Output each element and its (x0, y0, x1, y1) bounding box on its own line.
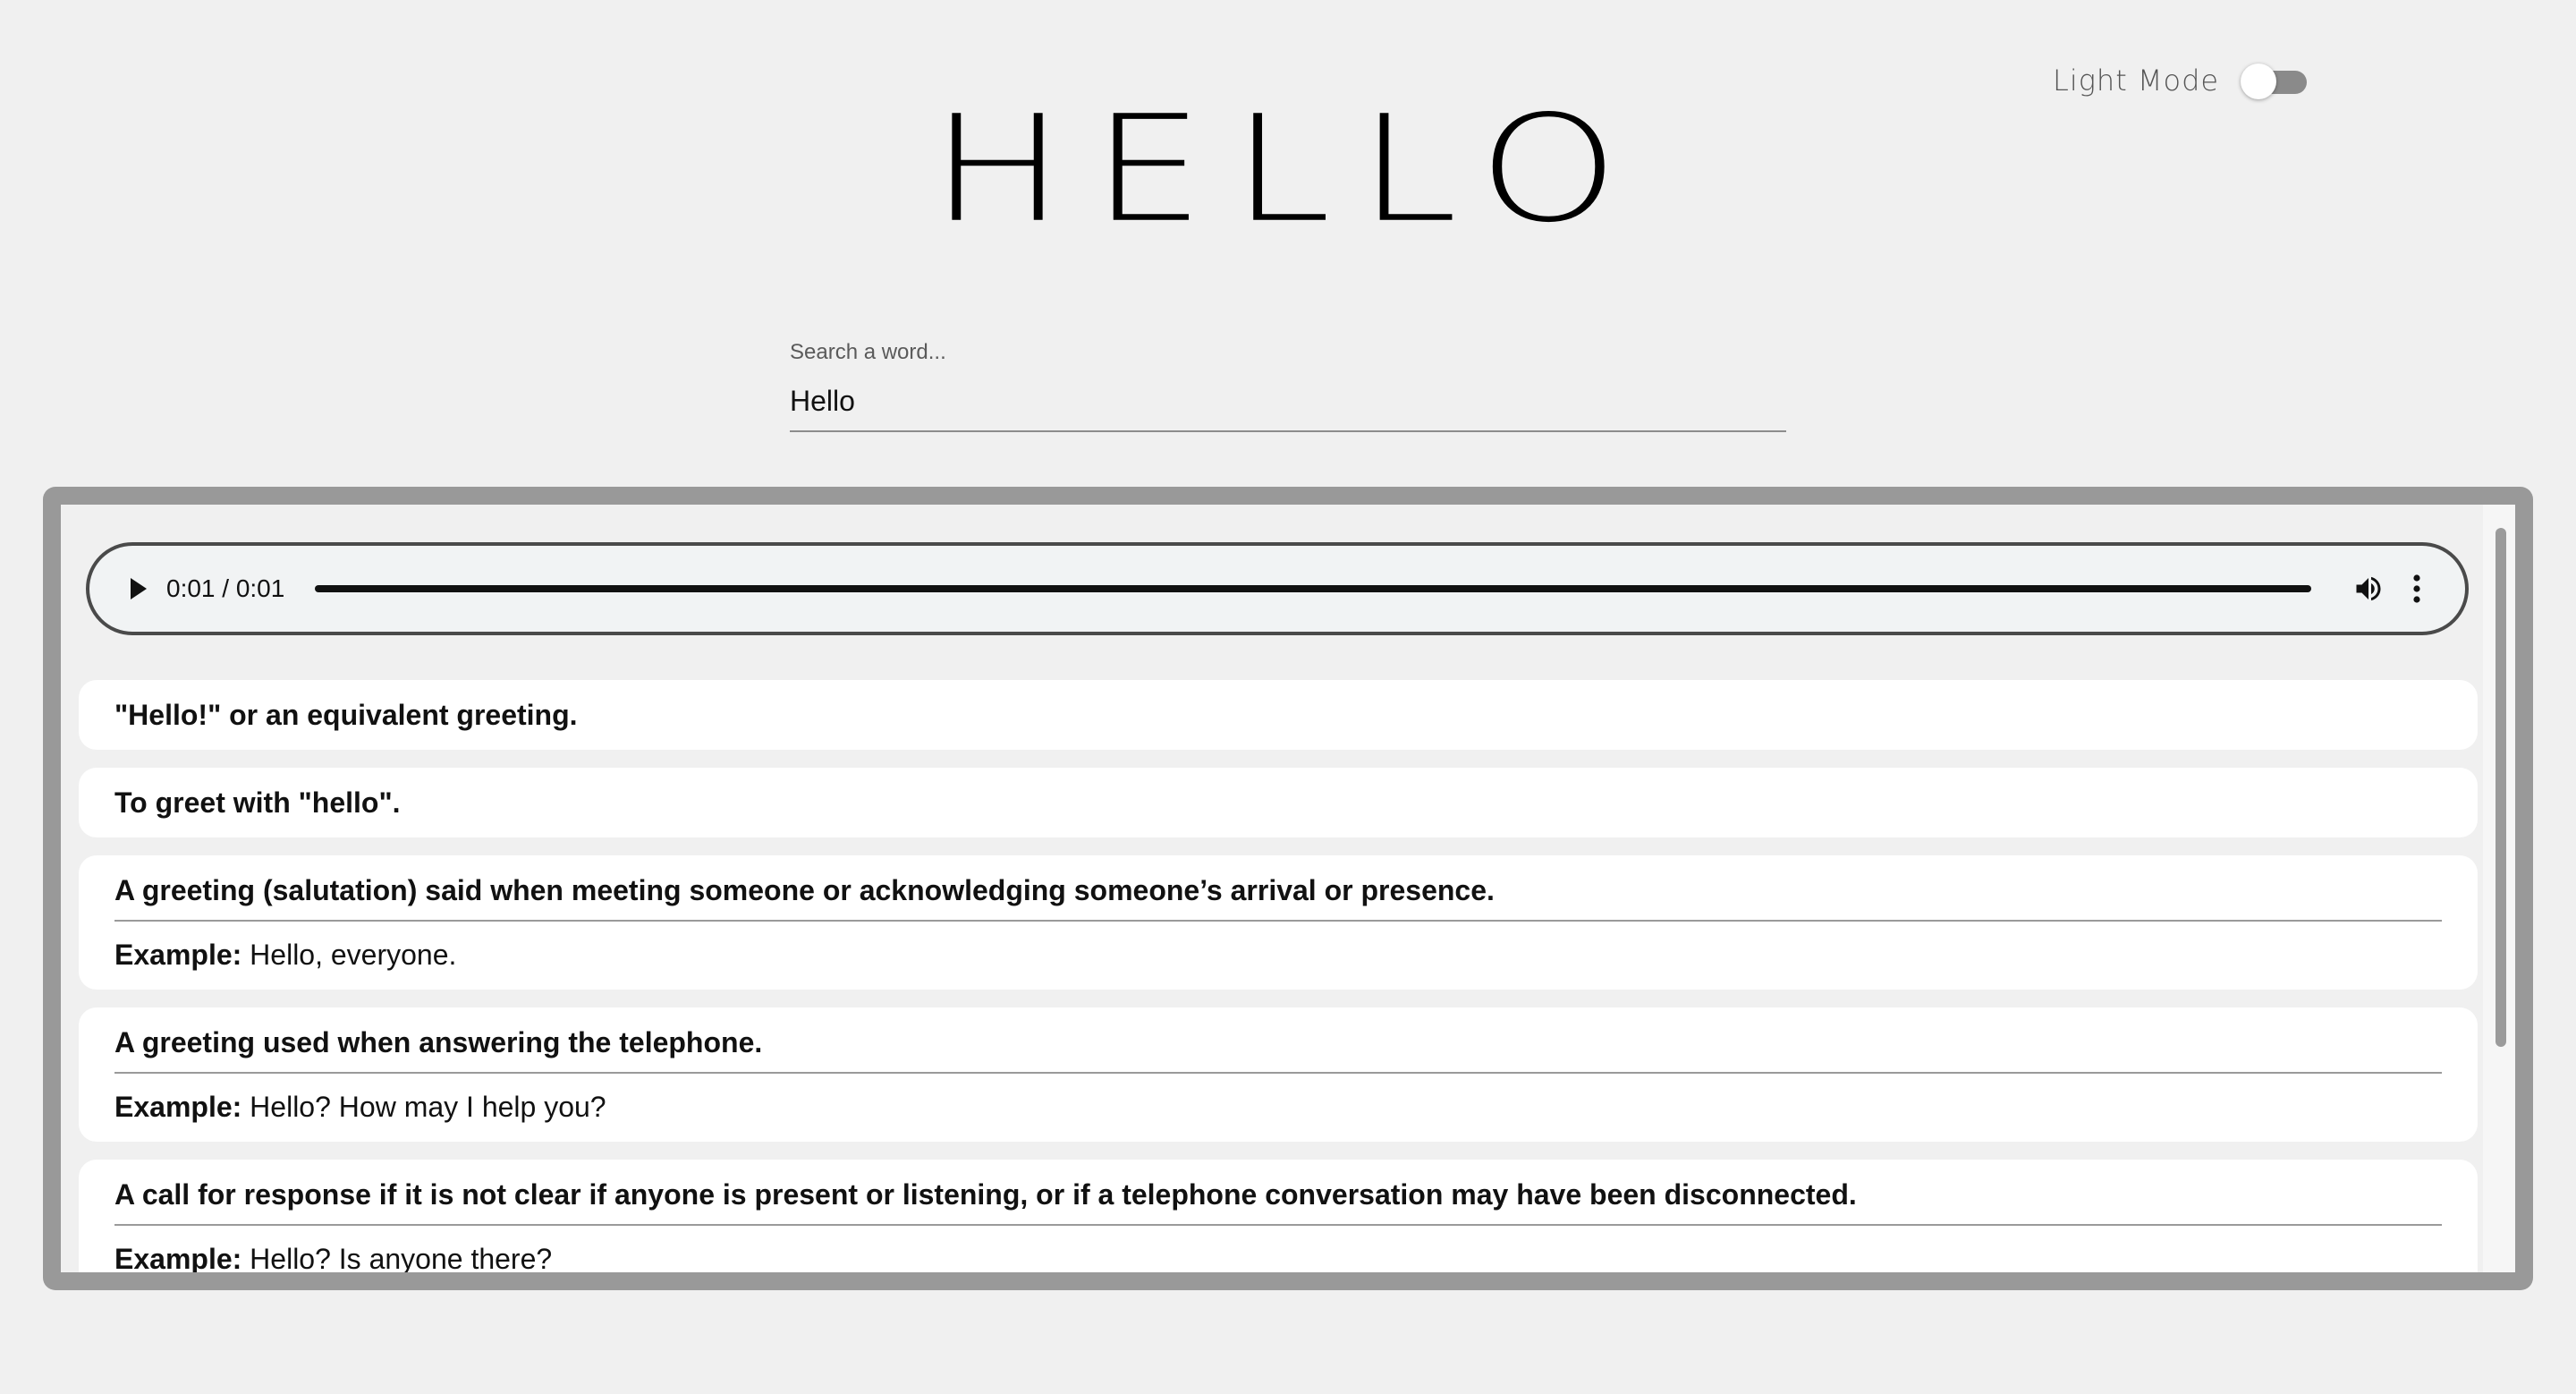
theme-switch[interactable] (2241, 63, 2308, 99)
results-panel: 0:01 / 0:01 "Hello!" or an equivalent gr… (43, 487, 2533, 1290)
definition-divider (114, 1072, 2442, 1074)
page: Light Mode HELLO Search a word... 0:01 /… (0, 0, 2576, 1394)
theme-toggle[interactable]: Light Mode (2053, 63, 2308, 99)
search-input[interactable] (790, 379, 1786, 432)
example-label: Example: (114, 1091, 242, 1123)
more-options-icon[interactable] (2411, 573, 2422, 605)
example-text: Hello? Is anyone there? (250, 1243, 553, 1272)
example-label: Example: (114, 1243, 242, 1272)
definition-card: A greeting used when answering the telep… (79, 1007, 2478, 1142)
audio-player: 0:01 / 0:01 (86, 542, 2469, 635)
example-text: Hello? How may I help you? (250, 1091, 606, 1123)
definition-text: "Hello!" or an equivalent greeting. (114, 699, 578, 731)
definition-divider (114, 1224, 2442, 1226)
audio-time: 0:01 / 0:01 (166, 574, 285, 602)
results-scroll-area[interactable]: 0:01 / 0:01 "Hello!" or an equivalent gr… (61, 505, 2515, 1272)
definition-card: To greet with "hello". (79, 768, 2478, 837)
definition-card: "Hello!" or an equivalent greeting. (79, 680, 2478, 750)
definitions-list: "Hello!" or an equivalent greeting. To gr… (79, 680, 2478, 1272)
scrollbar-thumb[interactable] (2496, 528, 2506, 1047)
definition-card: A call for response if it is not clear i… (79, 1160, 2478, 1272)
definition-card: A greeting (salutation) said when meetin… (79, 855, 2478, 990)
definition-text: A greeting (salutation) said when meetin… (114, 874, 1495, 906)
definition-example: Example: Hello, everyone. (114, 938, 2442, 972)
theme-toggle-label: Light Mode (2053, 64, 2220, 98)
definition-text: To greet with "hello". (114, 786, 401, 819)
definition-example: Example: Hello? How may I help you? (114, 1090, 2442, 1124)
search-label: Search a word... (790, 340, 946, 364)
example-label: Example: (114, 939, 242, 971)
page-title: HELLO (930, 84, 1646, 256)
scrollbar[interactable] (2483, 505, 2515, 1272)
switch-thumb[interactable] (2241, 64, 2277, 99)
volume-icon[interactable] (2352, 573, 2385, 605)
play-icon[interactable] (131, 578, 147, 599)
audio-progress-bar[interactable] (315, 585, 2311, 592)
definition-divider (114, 920, 2442, 922)
definition-text: A greeting used when answering the telep… (114, 1026, 763, 1058)
definition-text: A call for response if it is not clear i… (114, 1178, 1857, 1211)
search-field: Search a word... (790, 340, 1786, 432)
definition-example: Example: Hello? Is anyone there? (114, 1242, 2442, 1272)
example-text: Hello, everyone. (250, 939, 457, 971)
